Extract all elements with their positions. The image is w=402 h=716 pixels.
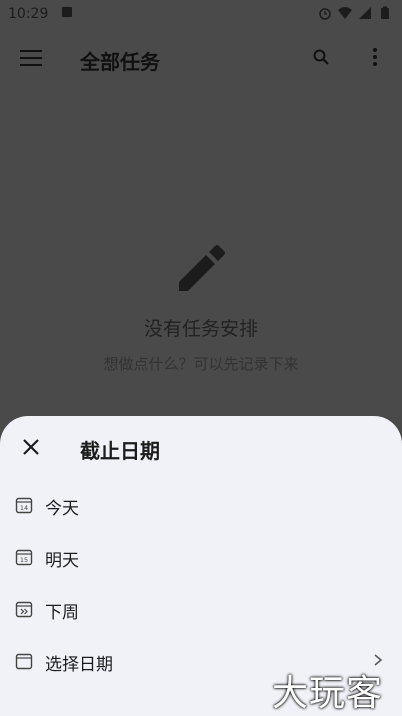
svg-text:15: 15 — [20, 556, 28, 564]
watermark-logo: 大玩客 — [272, 673, 384, 714]
option-label: 明天 — [45, 551, 79, 571]
status-time: 10:29 — [8, 6, 49, 22]
option-label: 今天 — [45, 499, 79, 519]
alarm-icon — [319, 8, 331, 20]
sheet-title: 截止日期 — [80, 439, 160, 463]
close-icon[interactable] — [22, 438, 40, 456]
menu-icon[interactable] — [20, 50, 42, 68]
option-next-week[interactable]: 下周 — [0, 586, 402, 634]
wifi-icon — [338, 7, 352, 19]
option-today[interactable]: 14 今天 — [0, 482, 402, 530]
search-icon[interactable] — [313, 49, 329, 65]
pencil-icon — [179, 245, 225, 291]
option-tomorrow[interactable]: 15 明天 — [0, 534, 402, 582]
empty-state: 没有任务安排 想做点什么？可以先记录下来 — [0, 236, 402, 374]
empty-subtitle: 想做点什么？可以先记录下来 — [103, 355, 299, 373]
calendar-15-icon: 15 — [15, 549, 33, 566]
status-icons — [318, 6, 392, 20]
calendar-next-week-icon — [15, 601, 33, 618]
status-bar: 10:29 — [0, 0, 402, 28]
sheet-header: 截止日期 — [0, 416, 402, 480]
empty-title: 没有任务安排 — [143, 318, 258, 340]
more-options-icon[interactable] — [371, 48, 379, 68]
calendar-icon — [15, 653, 33, 670]
page-title: 全部任务 — [80, 50, 160, 74]
option-label: 选择日期 — [45, 655, 113, 675]
calendar-14-icon: 14 — [15, 497, 33, 514]
battery-icon — [381, 6, 389, 19]
notification-icon — [62, 7, 72, 17]
signal-icon — [359, 7, 371, 19]
option-label: 下周 — [45, 603, 79, 623]
app-bar: 全部任务 — [0, 28, 402, 88]
svg-text:14: 14 — [20, 504, 28, 512]
